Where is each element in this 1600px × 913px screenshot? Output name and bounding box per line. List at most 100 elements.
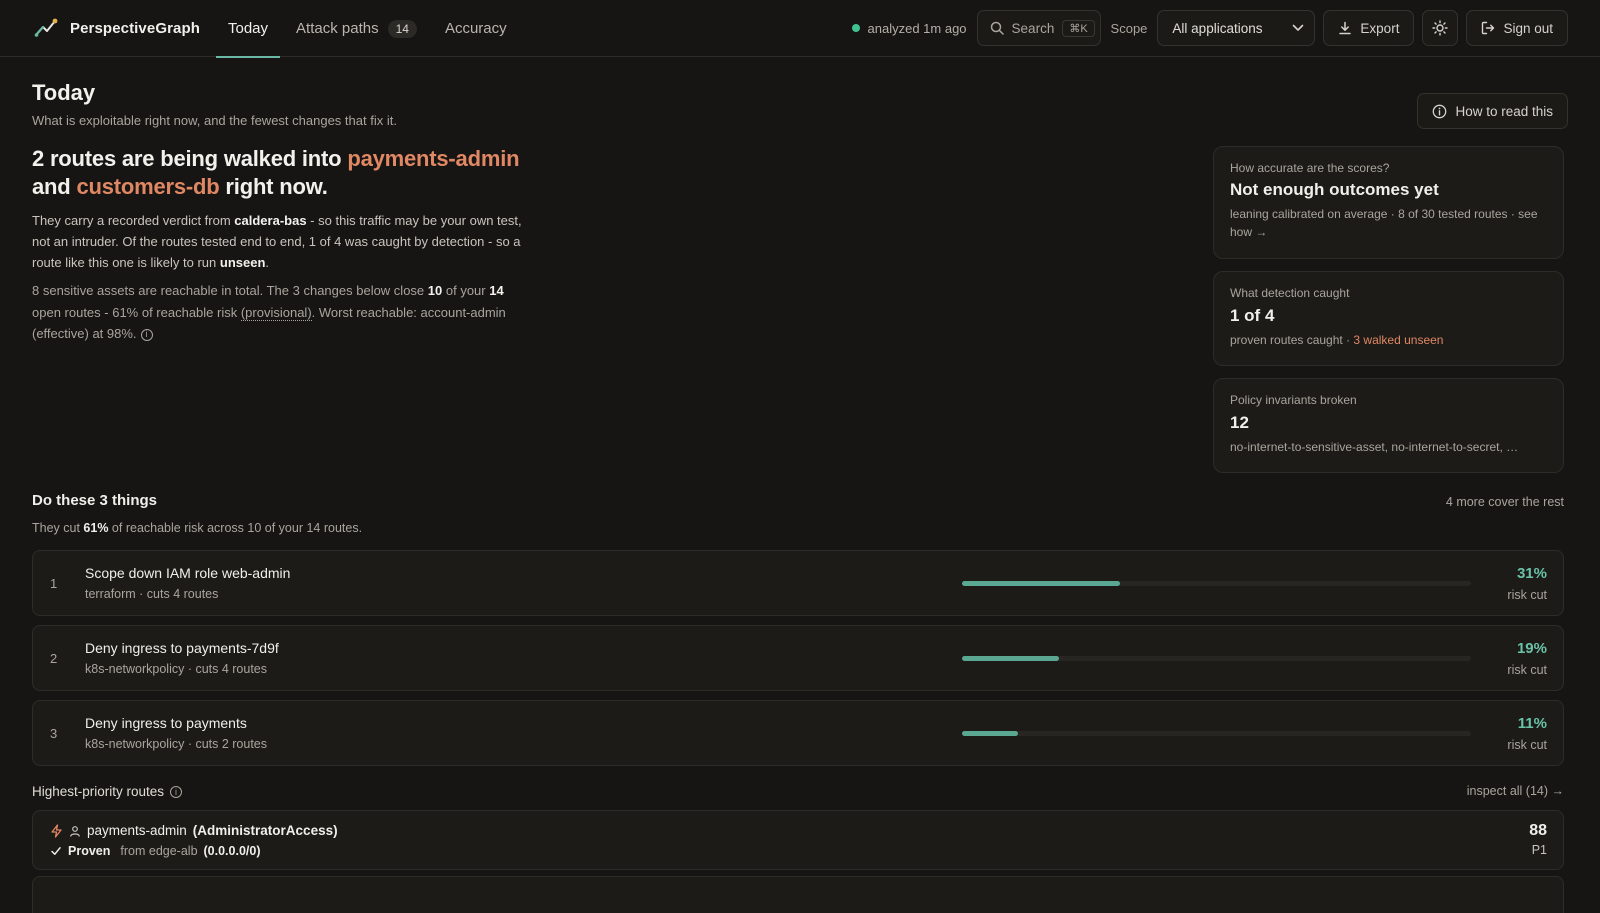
fix-meta: terraform · cuts 4 routes (85, 587, 219, 601)
totals-text: of your (442, 283, 490, 298)
hero-summary: 2 routes are being walked into payments-… (32, 145, 532, 345)
topbar-actions: analyzed 1m ago Search ⌘K Scope All appl… (851, 10, 1568, 46)
policy-card[interactable]: Policy invariants broken 12 no-internet-… (1213, 378, 1564, 473)
info-icon (1433, 104, 1447, 118)
route-target-role: (AdministratorAccess) (192, 823, 338, 838)
accuracy-card[interactable]: How accurate are the scores? Not enough … (1213, 146, 1564, 259)
walked-unseen-count: 3 walked unseen (1353, 333, 1444, 347)
detection-card-note: proven routes caught · 3 walked unseen (1230, 331, 1547, 349)
risk-cut-label: risk cut (1507, 738, 1547, 752)
fix-item[interactable]: 1 Scope down IAM role web-admin terrafor… (32, 550, 1564, 616)
explanation-text: They carry a recorded verdict from (32, 213, 235, 228)
accuracy-card-label: How accurate are the scores? (1230, 161, 1390, 175)
top-bar: PerspectiveGraph Today Attack paths 14 A… (0, 0, 1600, 58)
tab-accuracy[interactable]: Accuracy (433, 0, 519, 57)
fix-meta: k8s-networkpolicy · cuts 2 routes (85, 737, 268, 751)
accuracy-card-note: leaning calibrated on average · 8 of 30 … (1230, 207, 1538, 239)
target-customers-db[interactable]: customers-db (76, 174, 219, 199)
risk-cut-bar (962, 731, 1471, 736)
fix-title: Scope down IAM role web-admin (85, 565, 291, 581)
fix-title: Deny ingress to payments (85, 715, 247, 731)
search-icon (990, 21, 1004, 35)
sign-out-label: Sign out (1503, 20, 1553, 36)
route-target-name: payments-admin (87, 823, 187, 838)
headline-text: right now. (219, 174, 328, 199)
fixes-risk-pct: 61% (83, 521, 109, 535)
theme-toggle-button[interactable] (1422, 10, 1459, 46)
attack-paths-count-badge: 14 (387, 19, 417, 38)
risk-cut-bar (962, 581, 1471, 586)
sign-out-icon (1482, 21, 1495, 35)
chevron-down-icon (1293, 24, 1304, 31)
accuracy-card-title: Not enough outcomes yet (1230, 180, 1439, 199)
headline-text: and (32, 174, 77, 199)
tab-attack-paths[interactable]: Attack paths 14 (284, 0, 429, 57)
search-button[interactable]: Search ⌘K (976, 10, 1101, 46)
detection-card[interactable]: What detection caught 1 of 4 proven rout… (1213, 271, 1564, 366)
tab-today-label: Today (228, 20, 269, 37)
app-name: PerspectiveGraph (70, 19, 200, 37)
detection-card-label: What detection caught (1230, 286, 1350, 300)
how-to-read-button[interactable]: How to read this (1417, 93, 1568, 129)
risk-cut-bar (962, 656, 1471, 661)
verdict-source: caldera-bas (234, 213, 307, 228)
tab-attack-paths-label: Attack paths (296, 20, 379, 37)
inspect-all-link[interactable]: inspect all (14) → (1467, 784, 1564, 798)
unseen-term: unseen (219, 255, 266, 270)
routes-title-text: Highest-priority routes (32, 784, 165, 799)
risk-cut-label: risk cut (1507, 663, 1547, 677)
fix-item[interactable]: 3 Deny ingress to payments k8s-networkpo… (32, 700, 1564, 766)
analysis-status: analyzed 1m ago (851, 20, 967, 36)
lightning-icon (51, 823, 62, 838)
check-icon (51, 847, 61, 855)
detection-note-text: proven routes caught · (1230, 333, 1354, 347)
route-row[interactable]: payments-admin (AdministratorAccess) Pro… (32, 810, 1564, 870)
hero-explanation: They carry a recorded verdict from calde… (32, 210, 532, 273)
sign-out-button[interactable]: Sign out (1466, 10, 1568, 46)
routes-closed-count: 10 (427, 283, 443, 298)
fix-title: Deny ingress to payments-7d9f (85, 640, 279, 656)
route-row[interactable] (32, 876, 1564, 913)
target-payments-admin[interactable]: payments-admin (347, 146, 519, 171)
fix-item[interactable]: 2 Deny ingress to payments-7d9f k8s-netw… (32, 625, 1564, 691)
user-icon (70, 825, 80, 837)
headline-text: 2 routes are being walked into (32, 146, 348, 171)
scope-select[interactable]: All applications (1157, 10, 1316, 46)
tab-today[interactable]: Today (216, 0, 281, 58)
brand[interactable]: PerspectiveGraph (34, 17, 200, 39)
risk-cut-pct: 31% (1516, 565, 1547, 582)
export-button[interactable]: Export (1323, 10, 1415, 46)
route-score: 88 (1529, 822, 1547, 839)
route-status: Proven (68, 844, 111, 858)
status-dot-icon (851, 24, 860, 32)
fixes-sub-text: of reachable risk across 10 of your 14 r… (108, 521, 363, 535)
logo-icon (34, 18, 58, 37)
scope-value: All applications (1172, 20, 1263, 36)
fixes-more-note: 4 more cover the rest (1445, 495, 1564, 509)
download-icon (1339, 21, 1352, 35)
fix-number: 3 (50, 726, 58, 741)
how-to-read-label: How to read this (1455, 103, 1553, 119)
policy-card-value: 12 (1230, 413, 1249, 432)
risk-cut-bar-fill (962, 656, 1059, 661)
page-subtitle: What is exploitable right now, and the f… (32, 113, 397, 128)
sun-icon (1432, 20, 1449, 36)
analysis-status-text: analyzed 1m ago (867, 20, 967, 36)
fixes-section-subtitle: They cut 61% of reachable risk across 10… (32, 521, 362, 535)
tab-accuracy-label: Accuracy (444, 20, 507, 37)
hero-headline: 2 routes are being walked into payments-… (32, 145, 532, 201)
risk-cut-pct: 11% (1517, 715, 1547, 732)
search-label: Search (1011, 20, 1055, 36)
provisional-tooltip-trigger[interactable]: (provisional) (240, 304, 312, 321)
info-icon[interactable]: i (140, 328, 153, 341)
routes-section-title: Highest-priority routes i (32, 784, 183, 799)
explanation-text: . (265, 255, 270, 270)
fix-number: 2 (50, 651, 58, 666)
fix-meta: k8s-networkpolicy · cuts 4 routes (85, 662, 268, 676)
policy-card-label: Policy invariants broken (1230, 393, 1357, 407)
risk-cut-pct: 19% (1516, 640, 1547, 657)
route-source: Proven from edge-alb (0.0.0.0/0) (50, 844, 261, 858)
info-icon[interactable]: i (170, 785, 183, 798)
risk-cut-bar-fill (962, 731, 1018, 736)
fix-number: 1 (50, 576, 58, 591)
